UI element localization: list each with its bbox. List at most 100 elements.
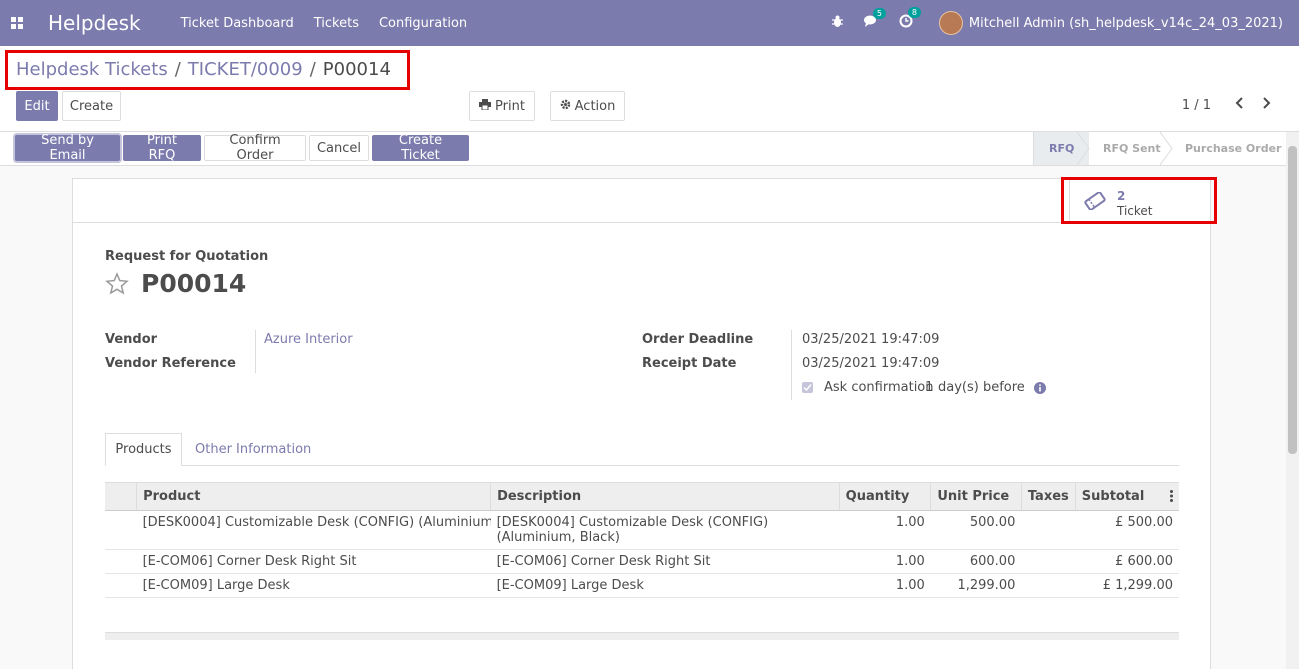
gear-icon xyxy=(560,99,571,114)
cell-unit-price: 600.00 xyxy=(930,549,1022,574)
cell-subtotal: £ 500.00 xyxy=(1075,510,1179,550)
vendor-value[interactable]: Azure Interior xyxy=(264,332,353,347)
create-button[interactable]: Create xyxy=(62,91,121,121)
stage-purchase-order: Purchase Order xyxy=(1185,132,1281,165)
document-type-label: Request for Quotation xyxy=(105,249,269,264)
menu-configuration[interactable]: Configuration xyxy=(379,16,467,31)
activity-clock-icon[interactable]: 8 xyxy=(899,7,921,32)
stage-rfq-sent-label: RFQ Sent xyxy=(1103,142,1161,155)
table-row[interactable]: [E-COM06] Corner Desk Right Sit [E-COM06… xyxy=(105,549,1179,574)
cell-product: [E-COM09] Large Desk xyxy=(136,573,491,598)
tab-products[interactable]: Products xyxy=(105,433,182,466)
cell-subtotal: £ 600.00 xyxy=(1075,549,1179,574)
column-subtotal[interactable]: Subtotal xyxy=(1074,482,1179,511)
control-panel: Helpdesk Tickets / TICKET/0009 / P00014 … xyxy=(0,46,1299,132)
pager-previous-icon[interactable] xyxy=(1234,95,1244,114)
user-avatar[interactable] xyxy=(938,11,963,35)
menu-tickets[interactable]: Tickets xyxy=(314,16,359,31)
order-lines-table: Product Description Quantity Unit Price … xyxy=(105,482,1179,598)
cell-description: [E-COM09] Large Desk xyxy=(490,573,840,598)
field-separator xyxy=(255,330,256,373)
pager-value[interactable]: 1 / 1 xyxy=(1182,98,1211,113)
cell-quantity: 1.00 xyxy=(839,510,931,550)
cell-quantity: 1.00 xyxy=(839,549,931,574)
main-menu: Ticket Dashboard Tickets Configuration xyxy=(181,16,488,31)
send-by-email-button[interactable]: Send by Email xyxy=(15,133,120,163)
debug-bug-icon[interactable] xyxy=(831,15,844,32)
cell-taxes xyxy=(1021,573,1076,598)
action-dropdown[interactable]: Action xyxy=(550,91,625,121)
confirm-order-button[interactable]: Confirm Order xyxy=(204,133,306,163)
ask-confirmation-label: Ask confirmation xyxy=(824,380,934,395)
column-unit-price[interactable]: Unit Price xyxy=(930,482,1022,511)
notebook-tabs xyxy=(105,465,1179,466)
user-menu[interactable]: Mitchell Admin (sh_helpdesk_v14c_24_03_2… xyxy=(969,16,1283,31)
smart-button-box: 2 Ticket xyxy=(73,179,1210,223)
handle-column-header xyxy=(105,482,137,511)
receipt-date-label: Receipt Date xyxy=(642,356,737,371)
table-row[interactable]: [E-COM09] Large Desk [E-COM09] Large Des… xyxy=(105,573,1179,598)
table-row[interactable]: [DESK0004] Customizable Desk (CONFIG) (A… xyxy=(105,510,1179,550)
cell-product: [DESK0004] Customizable Desk (CONFIG) (A… xyxy=(136,510,491,550)
print-icon xyxy=(479,98,492,114)
column-options-icon[interactable] xyxy=(1170,490,1173,506)
cell-taxes xyxy=(1021,510,1076,550)
stage-rfq-label: RFQ xyxy=(1049,142,1075,155)
activity-count-badge: 8 xyxy=(907,7,921,18)
column-product[interactable]: Product xyxy=(136,482,491,511)
column-description[interactable]: Description xyxy=(490,482,840,511)
receipt-date-value[interactable]: 03/25/2021 19:47:09 xyxy=(802,356,939,371)
row-handle xyxy=(105,573,137,598)
column-quantity[interactable]: Quantity xyxy=(838,482,931,511)
ask-confirmation-suffix: day(s) before xyxy=(938,380,1025,395)
pager-next-icon[interactable] xyxy=(1262,95,1272,114)
table-footer xyxy=(105,632,1179,640)
vendor-label: Vendor xyxy=(105,332,158,347)
print-label: Print xyxy=(495,98,525,114)
cell-unit-price: 500.00 xyxy=(930,510,1022,550)
info-icon[interactable] xyxy=(1034,382,1046,398)
order-deadline-value[interactable]: 03/25/2021 19:47:09 xyxy=(802,332,939,347)
cell-subtotal: £ 1,299.00 xyxy=(1075,573,1179,598)
stage-arrow-divider xyxy=(1160,132,1173,165)
table-header-row: Product Description Quantity Unit Price … xyxy=(105,482,1179,511)
top-navbar: Helpdesk Ticket Dashboard Tickets Config… xyxy=(0,0,1299,46)
column-taxes[interactable]: Taxes xyxy=(1020,482,1076,511)
form-statusbar: Send by Email Print RFQ Confirm Order Ca… xyxy=(0,132,1299,166)
vendor-reference-label: Vendor Reference xyxy=(105,356,236,371)
cell-taxes xyxy=(1021,549,1076,574)
cell-description: [E-COM06] Corner Desk Right Sit xyxy=(490,549,840,574)
scrollbar-thumb[interactable] xyxy=(1288,146,1297,454)
page-scrollbar[interactable] xyxy=(1286,132,1299,669)
stage-purchase-order-label: Purchase Order xyxy=(1185,142,1282,155)
apps-menu-icon[interactable] xyxy=(0,0,34,46)
stage-arrow-divider xyxy=(1077,132,1090,165)
column-subtotal-label: Subtotal xyxy=(1081,489,1145,504)
tab-other-information[interactable]: Other Information xyxy=(195,442,311,457)
cell-product: [E-COM06] Corner Desk Right Sit xyxy=(136,549,491,574)
menu-ticket-dashboard[interactable]: Ticket Dashboard xyxy=(181,16,294,31)
record-name: P00014 xyxy=(141,269,247,298)
cell-unit-price: 1,299.00 xyxy=(930,573,1022,598)
row-handle xyxy=(105,549,137,574)
row-handle xyxy=(105,510,137,550)
edit-button[interactable]: Edit xyxy=(16,91,58,121)
ask-confirmation-checkbox[interactable] xyxy=(802,382,813,393)
cancel-button[interactable]: Cancel xyxy=(309,135,369,161)
breadcrumb-highlight xyxy=(5,50,410,90)
action-label: Action xyxy=(574,98,616,114)
print-rfq-button[interactable]: Print RFQ xyxy=(123,133,201,163)
cell-description: [DESK0004] Customizable Desk (CONFIG) (A… xyxy=(490,510,840,550)
chat-icon[interactable]: 5 xyxy=(863,7,886,32)
print-dropdown[interactable]: Print xyxy=(469,91,535,121)
ask-confirmation-days[interactable]: 1 xyxy=(925,380,933,395)
tab-products-label: Products xyxy=(115,442,172,457)
field-separator xyxy=(791,330,792,400)
stage-rfq-sent: RFQ Sent xyxy=(1103,132,1161,165)
create-ticket-button[interactable]: Create Ticket xyxy=(372,133,469,163)
order-deadline-label: Order Deadline xyxy=(642,332,754,347)
priority-star-icon[interactable] xyxy=(105,272,129,300)
cell-quantity: 1.00 xyxy=(839,573,931,598)
chat-count-badge: 5 xyxy=(872,7,886,19)
app-brand[interactable]: Helpdesk xyxy=(48,11,141,35)
